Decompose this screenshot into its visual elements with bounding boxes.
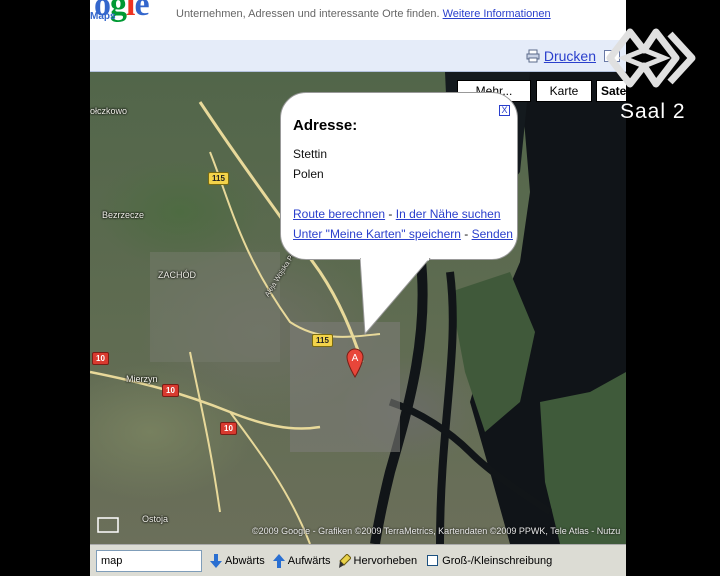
map-copyright: ©2009 Google - Grafiken ©2009 TerraMetri… (252, 526, 621, 536)
save-my-maps-link[interactable]: Unter "Meine Karten" speichern (293, 227, 461, 241)
browser-screen: ogle Maps Unternehmen, Adressen und inte… (90, 0, 626, 576)
separator: - (460, 227, 472, 241)
nearby-search-link[interactable]: In der Nähe suchen (396, 207, 501, 221)
send-link[interactable]: Senden (472, 227, 513, 241)
shield-115-center: 115 (312, 334, 333, 347)
info-actions-row2: Unter "Meine Karten" speichern - Senden (293, 227, 513, 241)
arrow-up-icon (272, 553, 285, 568)
location-marker[interactable]: A (346, 348, 364, 383)
find-previous-button[interactable]: Aufwärts (272, 553, 331, 568)
info-window-tail (360, 258, 431, 336)
label-zachod: ZACHÓD (158, 270, 196, 280)
match-case-checkbox[interactable] (427, 555, 439, 566)
satellite-map[interactable]: ołczkowo Bezrzecze ZACHÓD Mierzyn Ostoja… (90, 72, 626, 544)
info-country: Polen (293, 167, 324, 181)
google-maps-header: ogle Maps Unternehmen, Adressen und inte… (90, 0, 626, 40)
road-southwest (189, 351, 221, 513)
label-mierzyn: Mierzyn (126, 374, 158, 384)
label-bezrzecze: Bezrzecze (102, 210, 145, 220)
arrow-down-icon (210, 553, 222, 568)
close-icon[interactable]: X (499, 105, 510, 116)
print-label: Drucken (543, 48, 596, 64)
shield-115-north: 115 (208, 172, 229, 185)
match-case-label: Groß-/Kleinschreibung (442, 554, 553, 567)
find-bar: Abwärts Aufwärts Hervorheben Groß-/Klein… (90, 544, 626, 576)
find-input[interactable] (96, 549, 202, 572)
header-tagline: Unternehmen, Adressen und interessante O… (176, 8, 551, 20)
map-type-button[interactable]: Karte (536, 80, 592, 102)
highlighter-icon (338, 553, 351, 568)
label-kolbaskowo: ołczkowo (90, 106, 128, 116)
find-next-button[interactable]: Abwärts (210, 553, 265, 568)
route-link[interactable]: Route berechnen (293, 207, 385, 221)
printer-icon (526, 49, 540, 63)
info-window: X Adresse: Stettin Polen Route berechnen… (280, 92, 518, 260)
shield-10-south: 10 (220, 422, 237, 435)
find-previous-label: Aufwärts (287, 554, 331, 567)
svg-text:A: A (352, 353, 359, 364)
print-link[interactable]: Drucken (526, 48, 596, 64)
scale-bar (97, 517, 119, 533)
marker-pin-icon: A (346, 348, 364, 378)
info-title: Adresse: (293, 117, 358, 134)
broadcaster-logo-icon (606, 28, 696, 88)
shield-10-mid: 10 (162, 384, 179, 397)
shield-10-west: 10 (92, 352, 109, 365)
label-ostoja: Ostoja (142, 514, 169, 524)
separator: - (385, 207, 396, 221)
highlight-all-label: Hervorheben (353, 554, 418, 567)
tagline-text: Unternehmen, Adressen und interessante O… (176, 8, 440, 20)
highlight-all-button[interactable]: Hervorheben (338, 553, 418, 568)
city-center (290, 322, 400, 452)
more-info-link[interactable]: Weitere Informationen (443, 8, 551, 20)
info-actions-row1: Route berechnen - In der Nähe suchen (293, 207, 501, 221)
river-channel-2 (436, 271, 457, 544)
residential-west (150, 252, 280, 362)
maps-sublogo: Maps (90, 11, 116, 22)
find-next-label: Abwärts (225, 554, 265, 567)
info-city: Stettin (293, 147, 328, 161)
station-label: Saal 2 (620, 100, 686, 123)
